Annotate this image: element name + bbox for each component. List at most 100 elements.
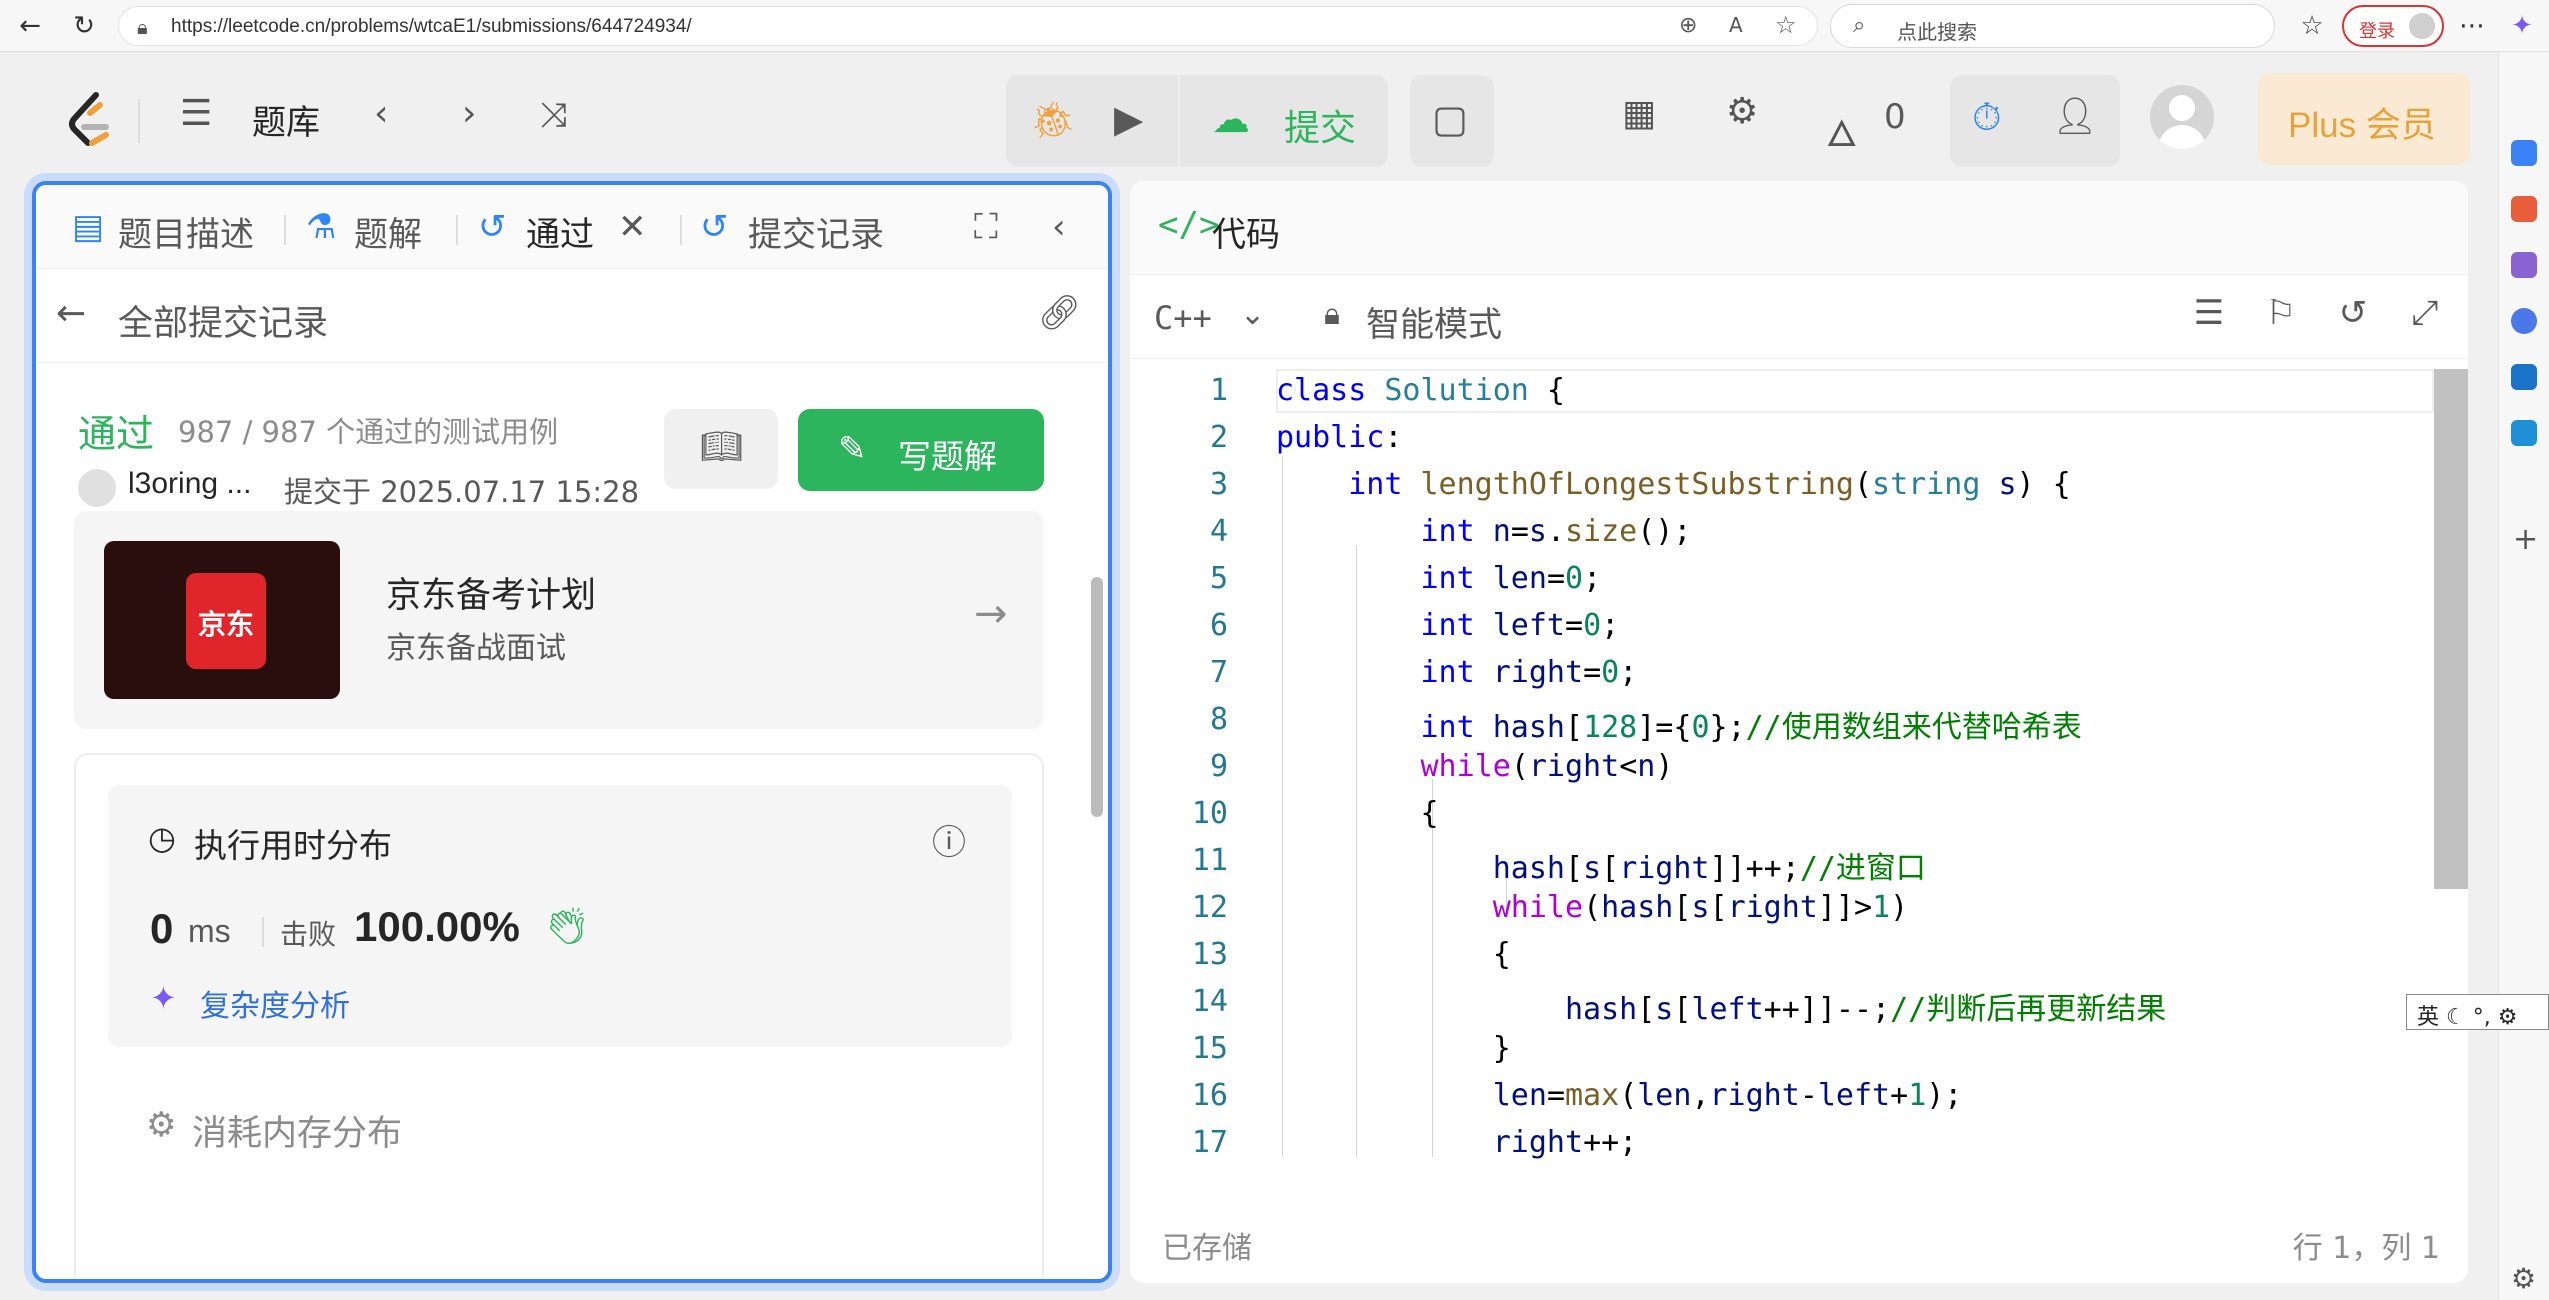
ime-settings-icon[interactable]: ⚙ bbox=[2498, 1005, 2518, 1030]
nav-divider bbox=[138, 99, 140, 143]
user-avatar[interactable] bbox=[2150, 85, 2214, 149]
promo-card[interactable]: 京东 京东备考计划 京东备战面试 → bbox=[74, 511, 1044, 729]
moon-icon[interactable]: ☾ bbox=[2446, 1005, 2473, 1030]
more-icon[interactable]: ⋯ bbox=[2454, 8, 2490, 44]
random-problem-icon[interactable]: ⤨ bbox=[540, 95, 567, 135]
debug-icon[interactable]: 🐞︎ bbox=[1030, 99, 1076, 141]
leetcode-logo-icon[interactable] bbox=[66, 91, 114, 151]
timer-group: ⏱ 👤︎ bbox=[1950, 75, 2120, 167]
games-icon[interactable] bbox=[2511, 252, 2537, 278]
code-line[interactable]: int right=0; bbox=[1276, 655, 1638, 690]
mode-label[interactable]: 智能模式 bbox=[1366, 297, 1502, 346]
run-button[interactable]: ▶ bbox=[1114, 97, 1143, 141]
problem-bank-link[interactable]: 题库 bbox=[252, 95, 320, 144]
streak-flame-icon[interactable]: 🜂 bbox=[1826, 93, 1857, 167]
next-problem-icon[interactable]: › bbox=[462, 93, 476, 134]
prev-problem-icon[interactable]: ‹ bbox=[374, 93, 388, 134]
zoom-icon[interactable]: ⊕ bbox=[1679, 13, 1697, 38]
tab-accepted[interactable]: 通过 bbox=[526, 207, 594, 256]
code-line[interactable]: while(hash[s[right]]>1) bbox=[1276, 890, 1908, 925]
code-line[interactable]: } bbox=[1276, 1031, 1511, 1066]
code-line[interactable]: hash[s[left++]]--;//判断后再更新结果 bbox=[1276, 984, 2166, 1028]
tab-solutions[interactable]: 题解 bbox=[354, 207, 422, 256]
fullscreen-icon[interactable]: ⛶ bbox=[974, 207, 998, 247]
add-friend-icon[interactable]: 👤︎ bbox=[2052, 95, 2098, 137]
code-line[interactable]: class Solution { bbox=[1276, 373, 1565, 408]
punctuation-icon[interactable]: °, bbox=[2473, 1005, 2498, 1030]
settings-gear-icon[interactable]: ⚙ bbox=[1726, 91, 1758, 132]
outlook-icon[interactable] bbox=[2511, 364, 2537, 390]
code-line[interactable]: int lengthOfLongestSubstring(string s) { bbox=[1276, 467, 2070, 502]
collapse-icon[interactable]: ‹ bbox=[1052, 207, 1066, 247]
user-avatar-small[interactable] bbox=[78, 469, 116, 507]
reset-icon[interactable]: ↺ bbox=[2330, 293, 2376, 339]
link-icon[interactable]: 🔗︎ bbox=[1038, 293, 1081, 333]
panel-scrollbar[interactable] bbox=[1091, 577, 1103, 817]
site-info-icon[interactable]: 🔒︎ bbox=[137, 15, 148, 39]
lock-icon: 🔒︎ bbox=[1324, 297, 1340, 332]
refresh-icon[interactable]: ↻ bbox=[66, 8, 102, 44]
code-line[interactable]: hash[s[right]]++;//进窗口 bbox=[1276, 843, 1926, 887]
info-icon[interactable]: ⓘ bbox=[932, 815, 966, 864]
code-editor[interactable]: 1 class Solution {2 public: 3 int lengthOfL… bbox=[1130, 369, 2468, 1159]
tab-submissions[interactable]: 提交记录 bbox=[748, 207, 884, 256]
line-number: 2 bbox=[1209, 420, 1228, 455]
beats-value: 100.00% bbox=[354, 903, 520, 950]
add-icon[interactable]: + bbox=[2513, 522, 2538, 557]
code-line[interactable]: int n=s.size(); bbox=[1276, 514, 1692, 549]
favorites-icon[interactable]: ☆ bbox=[2294, 8, 2330, 44]
top-navigation: ☰ 题库 ‹ › ⤨ 🐞︎ ▶ ☁ 提交 ▢ ▦ ⚙ 🜂 0 ⏱ 👤︎ Plus… bbox=[0, 53, 2496, 178]
back-icon[interactable]: ← bbox=[12, 8, 48, 44]
bookmark-icon[interactable]: ⚐ bbox=[2258, 293, 2304, 339]
chevron-down-icon[interactable]: ⌄ bbox=[1240, 297, 1265, 332]
code-line[interactable]: public: bbox=[1276, 420, 1402, 455]
m365-icon[interactable] bbox=[2511, 308, 2537, 334]
back-arrow-icon[interactable]: ← bbox=[56, 293, 86, 334]
layout-icon[interactable]: ▦ bbox=[1622, 93, 1656, 134]
plus-label: Plus 会员 bbox=[2288, 106, 2436, 145]
tag-icon[interactable] bbox=[2511, 140, 2537, 166]
code-line[interactable]: { bbox=[1276, 796, 1438, 831]
user-name[interactable]: l3oring ... bbox=[128, 467, 251, 501]
timer-icon[interactable]: ⏱ bbox=[1972, 95, 2002, 140]
runtime-card[interactable]: ◷ 执行用时分布 ⓘ 0 ms 击败 100.00% 👏︎ ✦ 复杂度分析 bbox=[108, 785, 1012, 1047]
code-line[interactable]: len=max(len,right-left+1); bbox=[1276, 1078, 1963, 1113]
tab-description[interactable]: 题目描述 bbox=[118, 207, 254, 256]
complexity-analysis-link[interactable]: 复杂度分析 bbox=[200, 981, 350, 1025]
line-number: 16 bbox=[1191, 1078, 1228, 1113]
runtime-title: 执行用时分布 bbox=[194, 826, 392, 865]
code-line[interactable]: while(right<n) bbox=[1276, 749, 1674, 784]
expand-icon[interactable]: ⤢ bbox=[2402, 293, 2448, 339]
chip-icon: ⚙ bbox=[146, 1105, 177, 1145]
browser-search[interactable]: ⌕ 点此搜索 bbox=[1830, 4, 2275, 48]
write-solution-button[interactable]: ✎ 写题解 bbox=[798, 409, 1044, 491]
ime-language[interactable]: 英 bbox=[2417, 1005, 2439, 1030]
close-tab-icon[interactable]: ✕ bbox=[618, 207, 647, 247]
code-title: 代码 bbox=[1212, 215, 1280, 255]
editor-scrollbar[interactable] bbox=[2434, 369, 2468, 889]
login-button[interactable]: 登录 bbox=[2342, 5, 2444, 47]
code-line[interactable]: { bbox=[1276, 937, 1511, 972]
code-line[interactable]: int len=0; bbox=[1276, 561, 1602, 596]
view-solution-button[interactable]: 📖︎ bbox=[664, 409, 778, 489]
line-number: 3 bbox=[1209, 467, 1228, 502]
language-select[interactable]: C++ bbox=[1154, 299, 1212, 337]
code-line[interactable]: int hash[128]={0};//使用数组来代替哈希表 bbox=[1276, 702, 2082, 746]
address-bar[interactable]: 🔒︎ https://leetcode.cn/problems/wtcaE1/s… bbox=[118, 6, 1818, 46]
code-line[interactable]: right++; bbox=[1276, 1125, 1638, 1159]
memory-title[interactable]: 消耗内存分布 bbox=[192, 1105, 402, 1156]
plus-membership-button[interactable]: Plus 会员 bbox=[2258, 73, 2470, 165]
read-aloud-icon[interactable]: A bbox=[1729, 13, 1743, 37]
ime-toolbar[interactable]: 英 ☾ °, ⚙ bbox=[2406, 994, 2549, 1030]
format-icon[interactable]: ☰ bbox=[2186, 293, 2232, 339]
settings-icon[interactable]: ⚙ bbox=[2511, 1262, 2536, 1295]
favorite-star-icon[interactable]: ☆ bbox=[1775, 11, 1797, 39]
notes-button[interactable]: ▢ bbox=[1410, 75, 1494, 167]
problem-list-icon[interactable]: ☰ bbox=[180, 93, 212, 134]
toolbox-icon[interactable] bbox=[2511, 196, 2537, 222]
copilot-icon[interactable]: ✦ bbox=[2504, 8, 2540, 44]
code-line[interactable]: int left=0; bbox=[1276, 608, 1620, 643]
submit-button[interactable]: 提交 bbox=[1284, 99, 1356, 151]
send-icon[interactable] bbox=[2511, 420, 2537, 446]
clap-icon: 👏︎ bbox=[544, 906, 590, 947]
